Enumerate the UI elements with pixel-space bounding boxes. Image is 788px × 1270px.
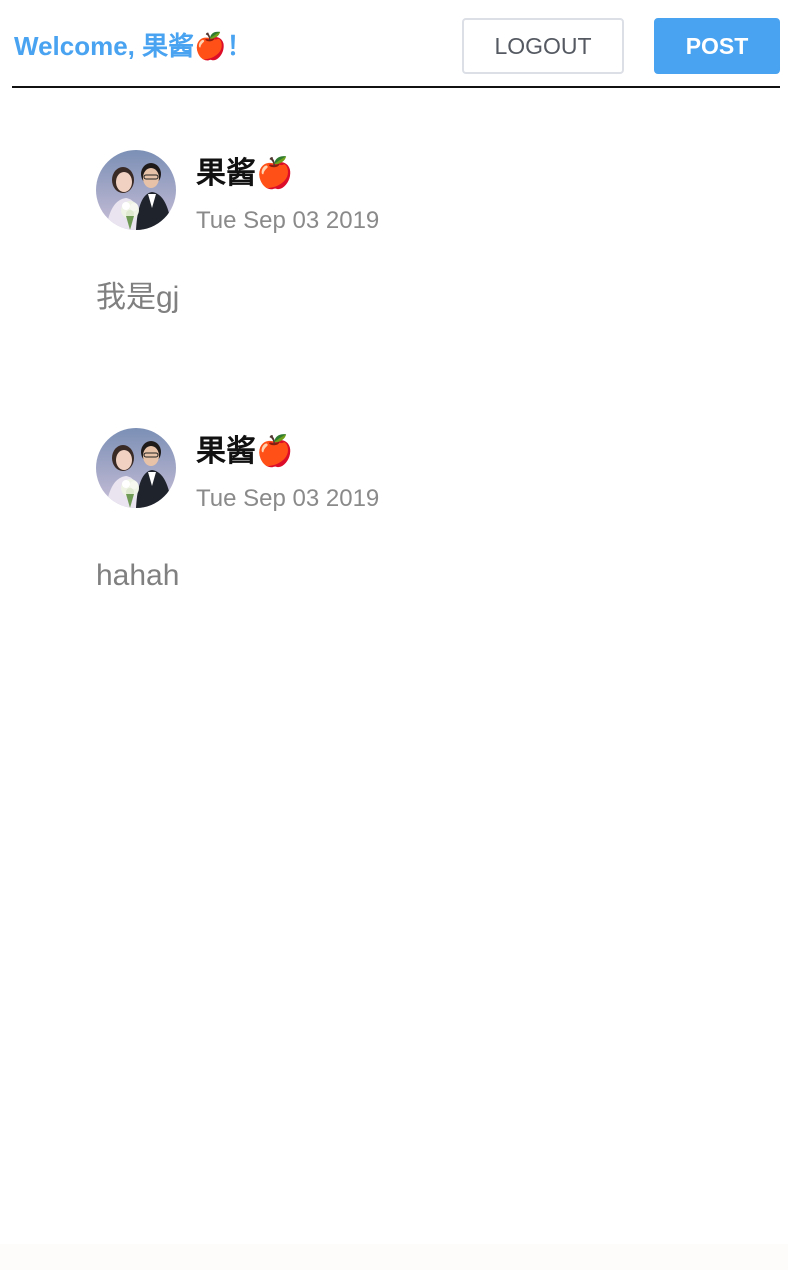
top-bar: Welcome, 果酱🍎！ LOGOUT POST [12,0,780,88]
post-content: 我是gj [96,281,180,314]
post-author: 果酱🍎 [196,157,294,190]
post-date: Tue Sep 03 2019 [196,207,380,234]
post-button[interactable]: POST [654,18,780,74]
avatar[interactable] [96,428,176,508]
post-item: 果酱🍎 Tue Sep 03 2019 hahah [96,428,696,608]
page-bottom-edge [0,1244,788,1270]
post-author: 果酱🍎 [196,435,294,468]
post-content: hahah [96,559,180,592]
welcome-message: Welcome, 果酱🍎！ [14,31,253,61]
post-date: Tue Sep 03 2019 [196,485,380,512]
post-item: 果酱🍎 Tue Sep 03 2019 我是gj [96,150,696,330]
avatar[interactable] [96,150,176,230]
logout-button[interactable]: LOGOUT [462,18,624,74]
avatar-photo-icon [96,150,176,230]
avatar-photo-icon [96,428,176,508]
